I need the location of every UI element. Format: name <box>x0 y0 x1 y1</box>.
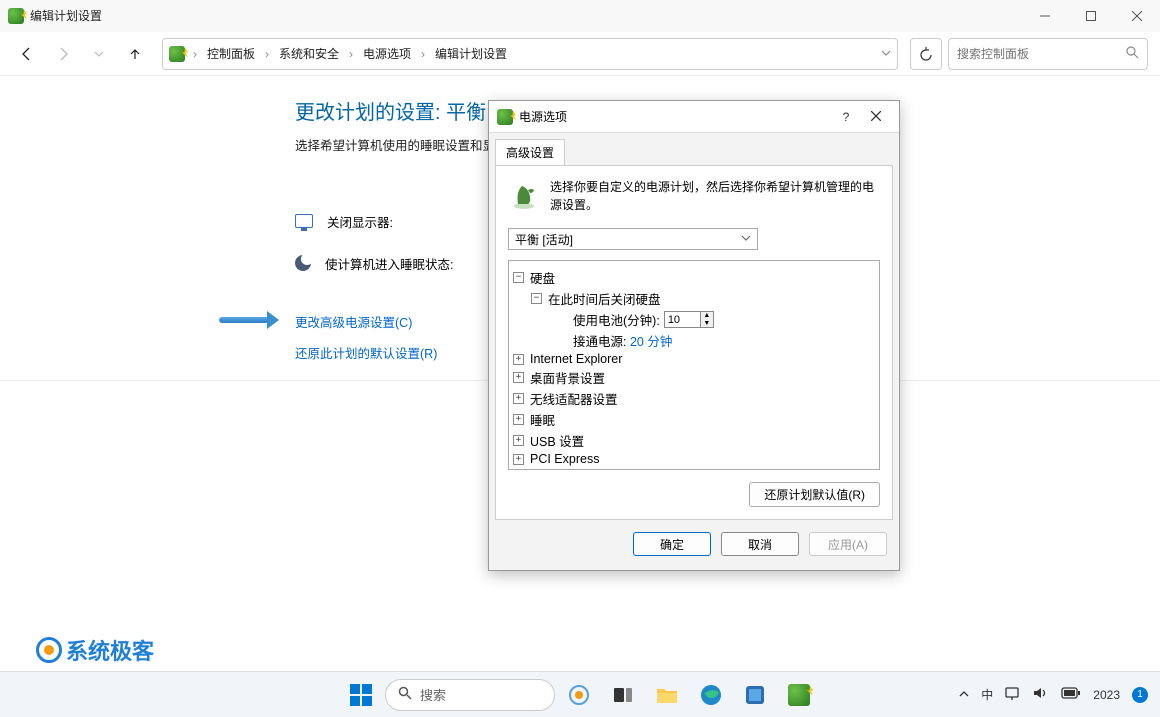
tree-hdd-after[interactable]: 在此时间后关闭硬盘 <box>546 289 661 308</box>
tree-expand-icon[interactable]: + <box>513 454 524 465</box>
tree-collapse-icon[interactable]: − <box>513 272 524 283</box>
tree-usb[interactable]: USB 设置 <box>528 431 584 450</box>
annotation-arrow <box>219 317 269 323</box>
settings-tree[interactable]: −硬盘 −在此时间后关闭硬盘 使用电池(分钟): ▲▼ 接通电源: 20 分钟 … <box>508 260 880 470</box>
power-options-dialog: 电源选项 ? 高级设置 选择你要自定义的电源计划，然后选择你希望计算机管理的电源… <box>488 100 900 571</box>
tree-display[interactable]: 显示 <box>528 468 555 470</box>
forward-button[interactable] <box>48 39 78 69</box>
watermark-text: 系统极客 <box>66 634 154 666</box>
watermark-icon <box>36 637 62 663</box>
breadcrumb-item[interactable]: 控制面板 <box>205 45 257 62</box>
tray-network-icon[interactable] <box>1005 686 1021 703</box>
dialog-help-button[interactable]: ? <box>831 110 861 124</box>
breadcrumb-sep: › <box>261 47 273 61</box>
taskbar-power-options[interactable] <box>779 675 819 715</box>
window-titlebar: 编辑计划设置 <box>0 0 1160 32</box>
taskbar: 搜索 中 2023 1 <box>0 671 1160 717</box>
search-icon <box>398 686 412 703</box>
maximize-button[interactable] <box>1068 0 1114 32</box>
breadcrumb-sep: › <box>417 47 429 61</box>
breadcrumb-item[interactable]: 电源选项 <box>361 45 413 62</box>
apply-button[interactable]: 应用(A) <box>809 532 887 556</box>
nav-toolbar: › 控制面板 › 系统和安全 › 电源选项 › 编辑计划设置 <box>0 32 1160 76</box>
plugged-in-value[interactable]: 20 分钟 <box>630 331 672 350</box>
back-button[interactable] <box>12 39 42 69</box>
on-battery-input[interactable] <box>664 311 700 328</box>
chevron-down-icon <box>741 232 751 246</box>
tray-battery-icon[interactable] <box>1061 687 1081 702</box>
tray-notification-badge[interactable]: 1 <box>1132 687 1148 703</box>
dialog-close-button[interactable] <box>861 110 891 124</box>
recent-dropdown[interactable] <box>84 39 114 69</box>
ok-button[interactable]: 确定 <box>633 532 711 556</box>
on-battery-label: 使用电池(分钟): <box>573 310 660 329</box>
spinner-down[interactable]: ▼ <box>701 320 713 328</box>
tree-hard-disk[interactable]: 硬盘 <box>528 268 555 287</box>
taskbar-copilot[interactable] <box>559 675 599 715</box>
setting-label: 使计算机进入睡眠状态: <box>325 254 485 273</box>
dialog-tabbar: 高级设置 <box>489 133 899 165</box>
tree-pci[interactable]: PCI Express <box>528 452 599 466</box>
breadcrumb-sep: › <box>345 47 357 61</box>
search-input[interactable] <box>957 47 1126 61</box>
tree-expand-icon[interactable]: + <box>513 393 524 404</box>
minimize-button[interactable] <box>1022 0 1068 32</box>
tray-volume-icon[interactable] <box>1033 686 1049 703</box>
refresh-button[interactable] <box>910 38 942 70</box>
search-icon <box>1126 46 1139 62</box>
breadcrumb-sep: › <box>189 47 201 61</box>
watermark-logo: 系统极客 <box>36 634 154 666</box>
up-button[interactable] <box>120 39 150 69</box>
breadcrumb-item[interactable]: 编辑计划设置 <box>433 45 509 62</box>
tray-ime[interactable]: 中 <box>981 686 993 703</box>
tray-clock[interactable]: 2023 <box>1093 688 1120 702</box>
plugged-in-label: 接通电源: <box>573 331 626 350</box>
window-title: 编辑计划设置 <box>30 7 102 24</box>
spinner-up[interactable]: ▲ <box>701 312 713 320</box>
taskbar-search[interactable]: 搜索 <box>385 679 555 711</box>
tree-ie[interactable]: Internet Explorer <box>528 352 622 366</box>
dialog-panel: 选择你要自定义的电源计划，然后选择你希望计算机管理的电源设置。 平衡 [活动] … <box>495 165 893 520</box>
taskbar-search-text: 搜索 <box>420 685 446 704</box>
tab-advanced[interactable]: 高级设置 <box>495 139 565 165</box>
addressbar-dropdown-icon[interactable] <box>881 47 891 61</box>
taskbar-app[interactable] <box>735 675 775 715</box>
close-button[interactable] <box>1114 0 1160 32</box>
cancel-button[interactable]: 取消 <box>721 532 799 556</box>
dialog-description: 选择你要自定义的电源计划，然后选择你希望计算机管理的电源设置。 <box>550 178 880 214</box>
breadcrumb-item[interactable]: 系统和安全 <box>277 45 341 62</box>
dialog-footer: 确定 取消 应用(A) <box>489 520 899 570</box>
tree-collapse-icon[interactable]: − <box>531 293 542 304</box>
tree-desktop[interactable]: 桌面背景设置 <box>528 368 605 387</box>
on-battery-spinner[interactable]: ▲▼ <box>664 311 714 328</box>
restore-defaults-button[interactable]: 还原计划默认值(R) <box>749 482 880 507</box>
plan-select[interactable]: 平衡 [活动] <box>508 228 758 250</box>
moon-icon <box>295 255 311 271</box>
start-button[interactable] <box>341 675 381 715</box>
setting-label: 关闭显示器: <box>327 212 487 231</box>
address-bar[interactable]: › 控制面板 › 系统和安全 › 电源选项 › 编辑计划设置 <box>162 38 898 70</box>
dialog-icon <box>497 109 513 125</box>
plan-select-value: 平衡 [活动] <box>515 231 573 248</box>
tree-wireless[interactable]: 无线适配器设置 <box>528 389 618 408</box>
tray-overflow-icon[interactable] <box>959 688 969 702</box>
tree-expand-icon[interactable]: + <box>513 372 524 383</box>
tree-expand-icon[interactable]: + <box>513 435 524 446</box>
pitcher-icon <box>508 178 540 210</box>
search-box[interactable] <box>948 38 1148 70</box>
taskbar-edge[interactable] <box>691 675 731 715</box>
dialog-titlebar: 电源选项 ? <box>489 101 899 133</box>
tree-sleep[interactable]: 睡眠 <box>528 410 555 429</box>
window-icon <box>8 8 24 24</box>
taskbar-explorer[interactable] <box>647 675 687 715</box>
window-controls <box>1022 0 1160 32</box>
dialog-title-text: 电源选项 <box>519 108 567 125</box>
system-tray: 中 2023 1 <box>959 686 1148 703</box>
tree-expand-icon[interactable]: + <box>513 414 524 425</box>
taskbar-taskview[interactable] <box>603 675 643 715</box>
tree-expand-icon[interactable]: + <box>513 354 524 365</box>
display-icon <box>295 214 313 228</box>
addressbar-icon <box>169 46 185 62</box>
